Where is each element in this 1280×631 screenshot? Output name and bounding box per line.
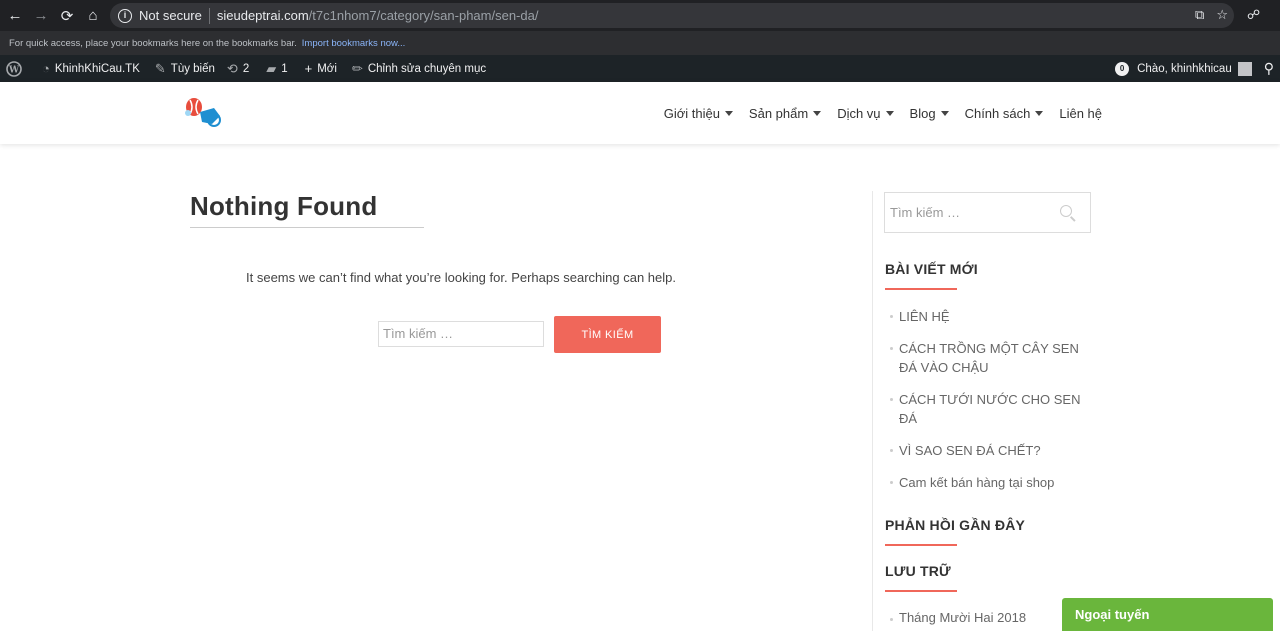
back-icon[interactable]: ← xyxy=(2,0,28,31)
updates-count: 2 xyxy=(242,62,250,75)
not-found-message: It seems we can’t find what you’re looki… xyxy=(246,270,676,285)
wp-admin-bar: W ◔ KhinhKhiCau.TK ✎ Tùy biến ⟲ 2 ▰ 1 + … xyxy=(0,55,1280,82)
edit-category-button[interactable]: ✏ Chỉnh sửa chuyên mục xyxy=(346,55,492,82)
search-button[interactable]: TÌM KIẾM xyxy=(554,316,661,353)
nav-item-blog[interactable]: Blog xyxy=(910,106,949,121)
recent-posts-title: BÀI VIẾT MỚI xyxy=(885,261,978,277)
browser-toolbar: ← → ⟳ ⌂ i Not secure sieudeptrai.com/t7c… xyxy=(0,0,1280,31)
archives-title: LƯU TRỮ xyxy=(885,563,951,579)
bookmarks-hint: For quick access, place your bookmarks h… xyxy=(9,37,297,49)
import-bookmarks-link[interactable]: Import bookmarks now... xyxy=(302,38,405,49)
site-name-label: KhinhKhiCau.TK xyxy=(54,62,140,75)
sidebar-search-placeholder: Tìm kiếm … xyxy=(890,205,961,220)
list-item[interactable]: CÁCH TRỒNG MỘT CÂY SEN ĐÁ VÀO CHẬU xyxy=(890,339,1090,377)
caret-down-icon xyxy=(940,110,949,116)
divider xyxy=(208,7,210,24)
comments-button[interactable]: ▰ 1 xyxy=(260,55,293,82)
caret-down-icon xyxy=(724,110,733,116)
search-input[interactable]: Tìm kiếm … xyxy=(378,321,544,347)
widget-divider xyxy=(885,288,957,290)
comment-icon: ▰ xyxy=(266,60,277,76)
nav-item-services[interactable]: Dịch vụ xyxy=(837,106,894,121)
list-item[interactable]: VÌ SAO SEN ĐÁ CHẾT? xyxy=(890,441,1090,460)
nav-item-products[interactable]: Sản phẩm xyxy=(749,106,822,121)
address-bar[interactable]: i Not secure sieudeptrai.com/t7c1nhom7/c… xyxy=(110,3,1234,28)
notification-badge[interactable]: 0 xyxy=(1115,61,1130,76)
update-icon: ⟲ xyxy=(226,60,238,76)
widget-divider xyxy=(885,544,957,546)
info-icon[interactable]: i xyxy=(118,8,132,23)
list-item[interactable]: Cam kết bán hàng tại shop xyxy=(890,473,1090,492)
site-name-button[interactable]: ◔ KhinhKhiCau.TK xyxy=(36,55,146,82)
dashboard-icon: ◔ xyxy=(42,61,50,76)
greeting-label[interactable]: Chào, khinhkhicau xyxy=(1137,63,1232,75)
edit-category-label: Chỉnh sửa chuyên mục xyxy=(367,62,487,75)
svg-text:W: W xyxy=(8,65,20,75)
search-icon[interactable]: ⚲ xyxy=(1264,60,1274,77)
star-icon[interactable]: ☆ xyxy=(1216,7,1228,23)
new-content-button[interactable]: + Mới xyxy=(299,55,343,82)
customize-button[interactable]: ✎ Tùy biến xyxy=(149,55,221,82)
nav-item-contact[interactable]: Liên hệ xyxy=(1059,106,1102,121)
site-header: Giới thiệu Sản phẩm Dịch vụ Blog Chính s… xyxy=(0,82,1280,144)
updates-button[interactable]: ⟲ 2 xyxy=(221,55,255,82)
avatar[interactable] xyxy=(1237,61,1252,76)
caret-down-icon xyxy=(1035,110,1044,116)
caret-down-icon xyxy=(885,110,894,116)
home-icon[interactable]: ⌂ xyxy=(80,0,106,31)
sidebar: Tìm kiếm … BÀI VIẾT MỚI LIÊN HỆ CÁCH TRỒ… xyxy=(872,191,1092,631)
sidebar-search-input[interactable]: Tìm kiếm … xyxy=(884,192,1091,233)
title-divider xyxy=(190,227,424,228)
site-logo-icon[interactable] xyxy=(182,96,224,130)
customize-label: Tùy biến xyxy=(170,62,215,75)
forward-icon[interactable]: → xyxy=(28,0,54,31)
chat-widget[interactable]: Ngoại tuyến xyxy=(1062,598,1273,631)
list-item[interactable]: CÁCH TƯỚI NƯỚC CHO SEN ĐÁ xyxy=(890,390,1090,428)
brush-icon: ✎ xyxy=(154,60,166,76)
url-path: /t7c1nhom7/category/san-pham/sen-da/ xyxy=(308,8,539,23)
recent-comments-title: PHẢN HỒI GẦN ĐÂY xyxy=(885,517,1026,533)
page-title: Nothing Found xyxy=(190,191,378,221)
wordpress-logo-button[interactable]: W xyxy=(0,55,28,82)
extension-icon[interactable]: ☍ xyxy=(1247,7,1260,23)
reload-icon[interactable]: ⟳ xyxy=(54,0,80,31)
wordpress-icon: W xyxy=(6,60,22,77)
url-host: sieudeptrai.com xyxy=(216,8,309,23)
archive-item[interactable]: Tháng Mười Hai 2018 xyxy=(890,610,1026,625)
new-label: Mới xyxy=(317,62,337,75)
main-nav: Giới thiệu Sản phẩm Dịch vụ Blog Chính s… xyxy=(664,82,1102,144)
search-icon[interactable] xyxy=(1060,205,1072,217)
caret-down-icon xyxy=(813,110,822,116)
widget-divider xyxy=(885,590,957,592)
plus-icon: + xyxy=(304,61,313,76)
comments-count: 1 xyxy=(281,62,288,75)
bookmarks-bar: For quick access, place your bookmarks h… xyxy=(0,31,1280,55)
security-label: Not secure xyxy=(139,8,202,23)
pencil-icon: ✏ xyxy=(351,60,363,76)
translate-icon[interactable]: ⧉ xyxy=(1195,7,1204,23)
nav-item-about[interactable]: Giới thiệu xyxy=(664,106,733,121)
recent-posts-list: LIÊN HỆ CÁCH TRỒNG MỘT CÂY SEN ĐÁ VÀO CH… xyxy=(890,307,1090,505)
nav-item-policy[interactable]: Chính sách xyxy=(965,106,1044,121)
list-item[interactable]: LIÊN HỆ xyxy=(890,307,1090,326)
